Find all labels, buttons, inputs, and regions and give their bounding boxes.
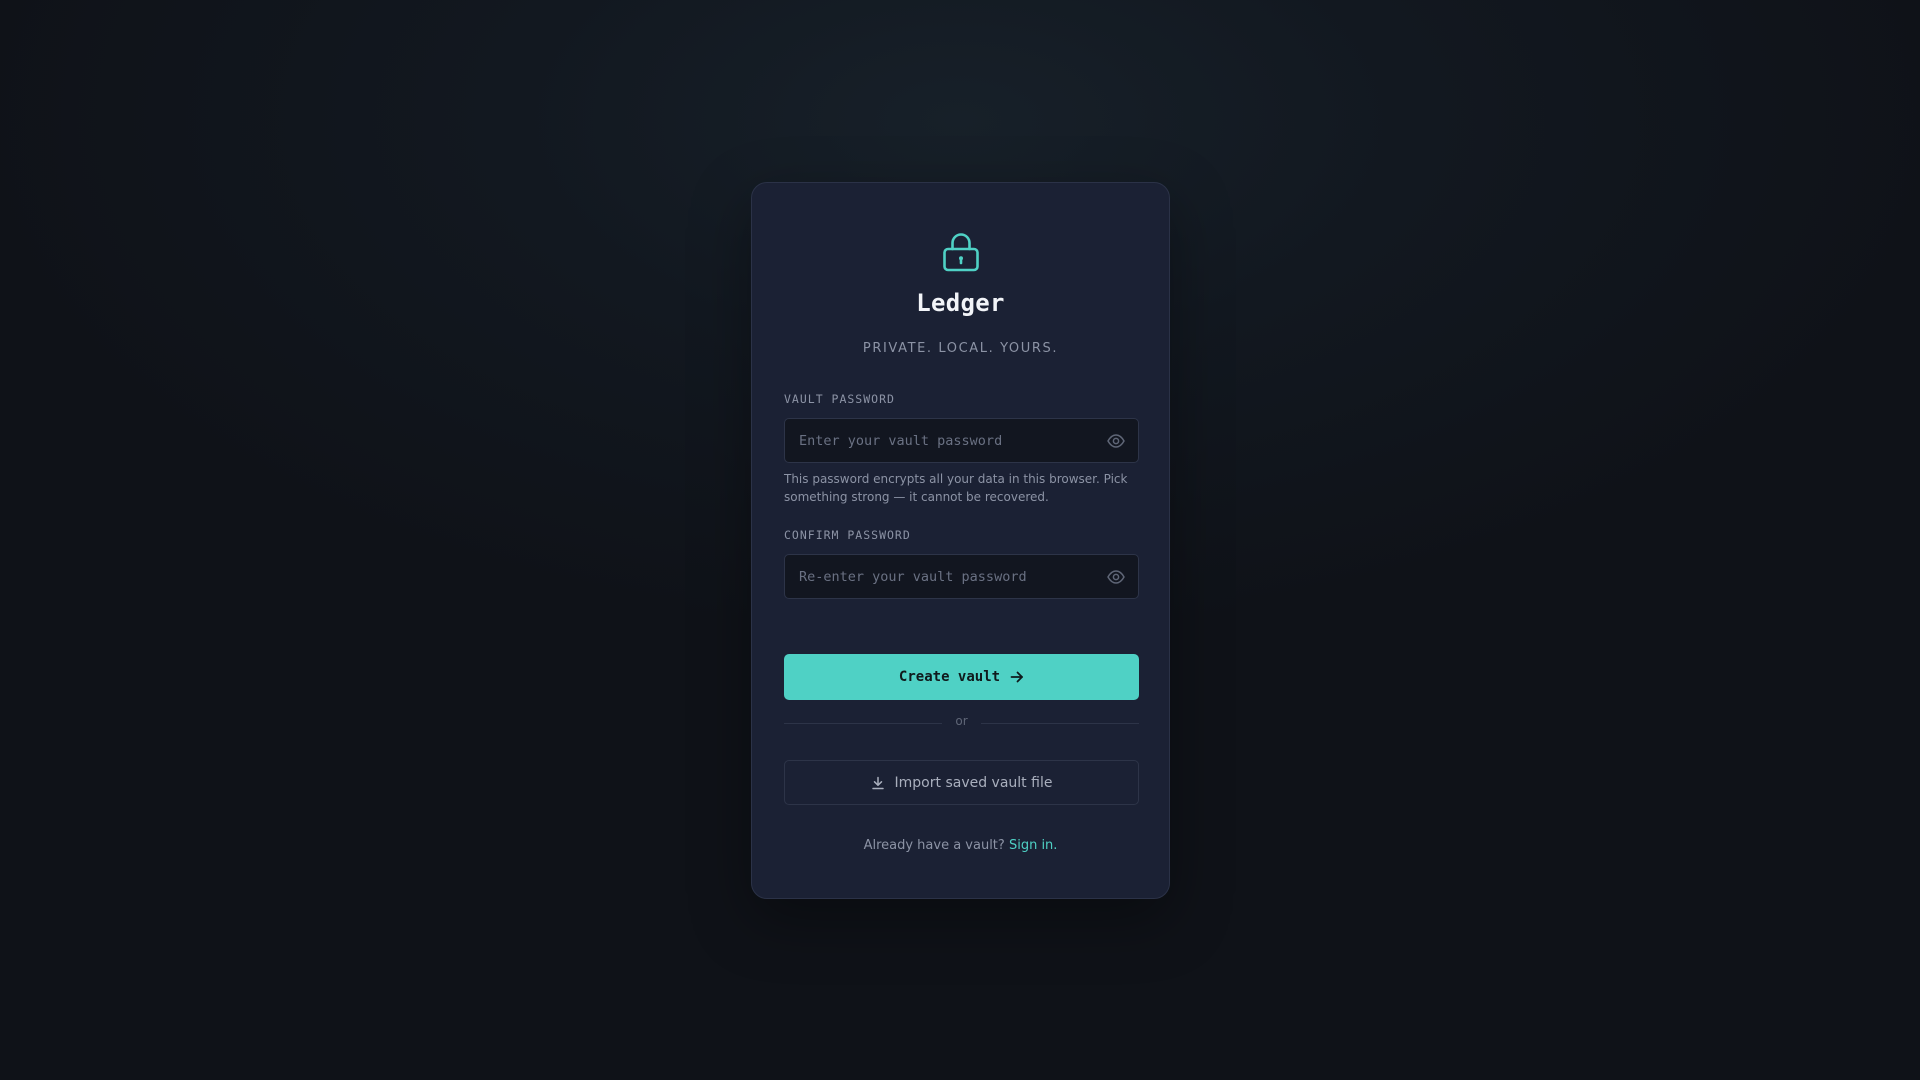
import-vault-label: Import saved vault file [894, 774, 1053, 791]
eye-icon[interactable] [1106, 431, 1126, 451]
vault-password-field [784, 418, 1139, 463]
divider-text: or [955, 714, 968, 728]
download-icon [871, 776, 884, 789]
vault-password-input[interactable] [785, 419, 1095, 462]
confirm-password-input[interactable] [785, 555, 1095, 598]
create-vault-card: Ledger PRIVATE. LOCAL. YOURS. VAULT PASS… [751, 182, 1170, 899]
import-vault-button[interactable]: Import saved vault file [784, 760, 1139, 805]
create-vault-label: Create vault [898, 669, 1001, 685]
confirm-password-field [784, 554, 1139, 599]
signin-prompt: Already have a vault? Sign in. [752, 838, 1169, 853]
arrow-right-icon [1010, 671, 1023, 683]
app-title: Ledger [916, 289, 1005, 317]
password-hint: This password encrypts all your data in … [784, 472, 1128, 504]
eye-icon[interactable] [1106, 567, 1126, 587]
sign-in-link[interactable]: Sign in. [1009, 838, 1057, 853]
lock-icon [938, 229, 984, 275]
signin-prompt-text: Already have a vault? [863, 838, 1005, 853]
vault-password-label: VAULT PASSWORD [784, 392, 895, 406]
create-vault-button[interactable]: Create vault [784, 654, 1139, 700]
or-divider: or [784, 714, 1139, 732]
divider-line [981, 723, 1139, 724]
confirm-password-label: CONFIRM PASSWORD [784, 528, 911, 542]
app-tagline: PRIVATE. LOCAL. YOURS. [862, 341, 1059, 356]
